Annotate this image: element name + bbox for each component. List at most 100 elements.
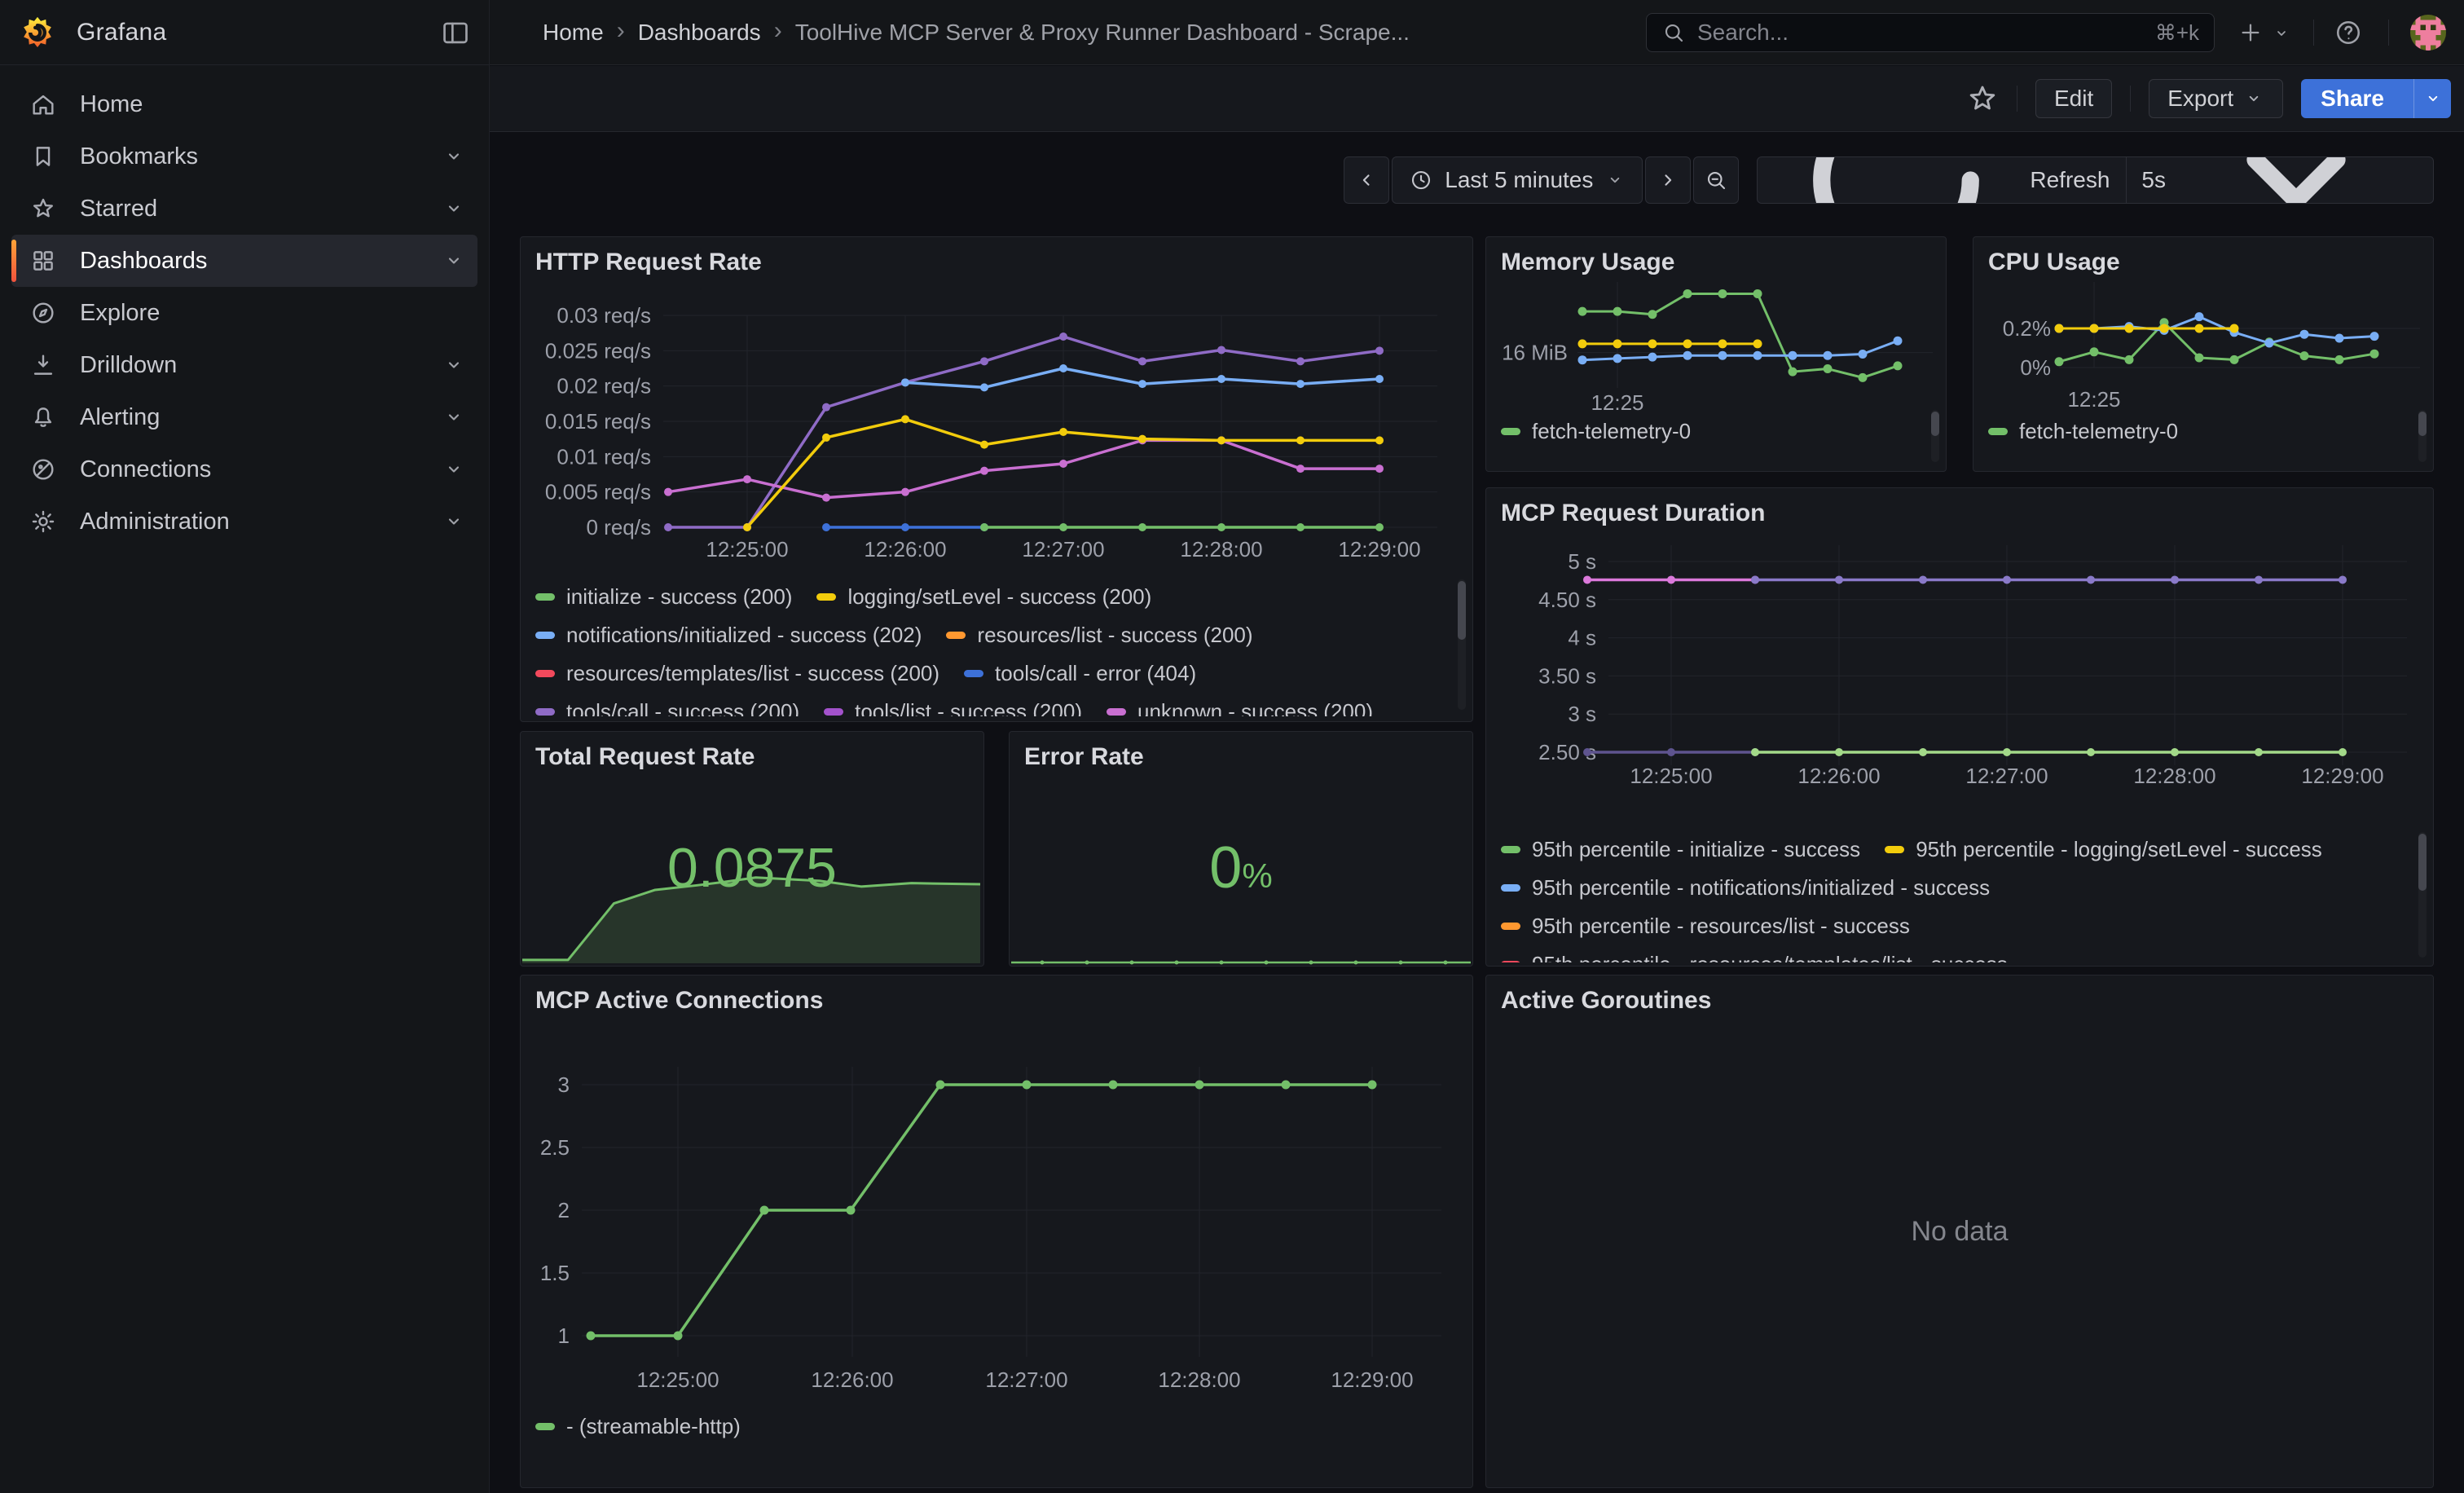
sidebar-item-home[interactable]: Home [11,78,477,130]
svg-text:0.03 req/s: 0.03 req/s [557,303,651,328]
chevron-down-icon [442,509,466,534]
svg-text:12:26:00: 12:26:00 [1797,764,1880,788]
svg-text:1.5: 1.5 [540,1261,570,1285]
compass-icon [29,299,57,327]
panel-title[interactable]: Error Rate [1024,743,1144,771]
legend-item[interactable]: notifications/initialized - success (202… [535,623,922,648]
svg-text:12:29:00: 12:29:00 [1331,1367,1413,1392]
panel-http-request-rate: HTTP Request Rate 12:25:0012:26:0012:27:… [520,236,1473,722]
chevron-down-icon [442,405,466,429]
svg-text:3 s: 3 s [1568,702,1596,726]
panel-title[interactable]: Active Goroutines [1501,987,1711,1015]
sidebar-item-explore[interactable]: Explore [11,287,477,339]
svg-text:12:27:00: 12:27:00 [985,1367,1067,1392]
legend-swatch [964,670,983,677]
legend-item[interactable]: tools/list - success (200) [824,699,1082,716]
legend-item[interactable]: unknown - success (200) [1107,699,1373,716]
time-back-button[interactable] [1344,156,1389,204]
sidebar-item-label: Dashboards [80,248,419,275]
svg-text:12:25: 12:25 [2067,387,2120,412]
legend-item[interactable]: 95th percentile - resources/templates/li… [1501,952,2008,962]
legend-label: tools/call - error (404) [995,661,1196,686]
svg-text:12:28:00: 12:28:00 [1180,537,1262,562]
legend-item[interactable]: - (streamable-http) [535,1414,741,1439]
legend-item[interactable]: resources/list - success (200) [946,623,1252,648]
panel-title[interactable]: HTTP Request Rate [535,249,762,276]
legend-item[interactable]: fetch-telemetry-0 [1501,419,1691,444]
legend-item[interactable]: 95th percentile - logging/setLevel - suc… [1885,837,2322,862]
time-forward-button[interactable] [1645,156,1691,204]
top-nav: Grafana Home › Dashboards › ToolHive MCP… [0,0,2464,65]
clock-icon [1409,168,1433,192]
sidebar-item-connections[interactable]: Connections [11,443,477,495]
panel-title[interactable]: MCP Active Connections [535,987,823,1015]
legend-item[interactable]: tools/call - success (200) [535,699,799,716]
legend-swatch [1988,428,2008,435]
duration-legend: 95th percentile - initialize - success 95… [1501,830,2409,962]
legend-item[interactable]: 95th percentile - resources/list - succe… [1501,914,1910,939]
legend-item[interactable]: fetch-telemetry-0 [1988,419,2178,444]
refresh-interval-picker[interactable]: 5s [2126,157,2433,203]
svg-text:12:26:00: 12:26:00 [864,537,946,562]
legend-label: notifications/initialized - success (202… [566,623,922,648]
legend-item[interactable]: logging/setLevel - success (200) [816,584,1151,610]
share-button[interactable]: Share [2301,79,2451,118]
sidebar-toggle-icon[interactable] [440,17,471,48]
legend-item[interactable]: tools/call - error (404) [964,661,1196,686]
legend-scrollbar[interactable] [1931,410,1939,462]
sidebar-item-drilldown[interactable]: Drilldown [11,339,477,391]
svg-text:0.005 req/s: 0.005 req/s [545,480,651,504]
svg-text:16 MiB: 16 MiB [1502,341,1568,365]
sidebar-item-label: Connections [80,456,419,483]
memory-legend: fetch-telemetry-0 [1501,412,1916,466]
sidebar-item-starred[interactable]: Starred [11,183,477,235]
legend-scrollbar[interactable] [1458,579,1466,710]
sidebar-item-dashboards[interactable]: Dashboards [11,235,477,287]
share-dropdown-chevron-icon[interactable] [2413,79,2451,118]
zoom-out-button[interactable] [1693,156,1739,204]
legend-scrollbar[interactable] [2418,832,2427,958]
legend-item[interactable]: initialize - success (200) [535,584,792,610]
connections-icon [29,456,57,483]
legend-swatch [535,708,555,716]
refresh-icon [1774,156,2018,204]
avatar-pixel-art [2410,15,2446,51]
legend-swatch [1885,846,1904,853]
add-new-chevron-icon[interactable] [2272,24,2291,43]
legend-swatch [824,708,843,716]
add-new-icon[interactable] [2237,20,2264,46]
panel-title[interactable]: CPU Usage [1988,249,2120,276]
legend-item[interactable]: 95th percentile - notifications/initiali… [1501,875,1990,901]
sidebar-item-administration[interactable]: Administration [11,495,477,548]
panel-title[interactable]: MCP Request Duration [1501,500,1765,527]
grafana-logo[interactable] [20,15,55,51]
breadcrumb-home[interactable]: Home [543,20,604,46]
search-box[interactable]: ⌘+k [1646,13,2215,52]
legend-item[interactable]: 95th percentile - initialize - success [1501,837,1860,862]
sidebar-item-label: Bookmarks [80,143,419,170]
edit-button[interactable]: Edit [2035,79,2112,118]
bookmark-icon [29,143,57,170]
svg-text:12:29:00: 12:29:00 [2301,764,2383,788]
legend-scrollbar[interactable] [2418,410,2427,462]
chevron-right-icon [1656,168,1680,192]
breadcrumb-dashboards[interactable]: Dashboards [638,20,761,46]
legend-swatch [1107,708,1126,716]
user-avatar[interactable] [2410,15,2446,51]
panel-title[interactable]: Memory Usage [1501,249,1674,276]
export-button[interactable]: Export [2149,79,2283,118]
sidebar-item-alerting[interactable]: Alerting [11,391,477,443]
legend-item[interactable]: resources/templates/list - success (200) [535,661,939,686]
help-icon[interactable] [2334,18,2363,47]
sidebar-item-bookmarks[interactable]: Bookmarks [11,130,477,183]
divider [2388,20,2389,46]
legend-label: fetch-telemetry-0 [1532,419,1691,444]
sidebar-item-label: Starred [80,196,419,222]
legend-label: tools/call - success (200) [566,699,799,716]
panel-title[interactable]: Total Request Rate [535,743,755,771]
brand-name: Grafana [77,19,167,46]
search-input[interactable] [1697,20,2144,46]
time-range-picker[interactable]: Last 5 minutes [1392,156,1643,204]
refresh-button[interactable]: Refresh [1758,157,2126,203]
favorite-star-icon[interactable] [1966,82,1999,115]
